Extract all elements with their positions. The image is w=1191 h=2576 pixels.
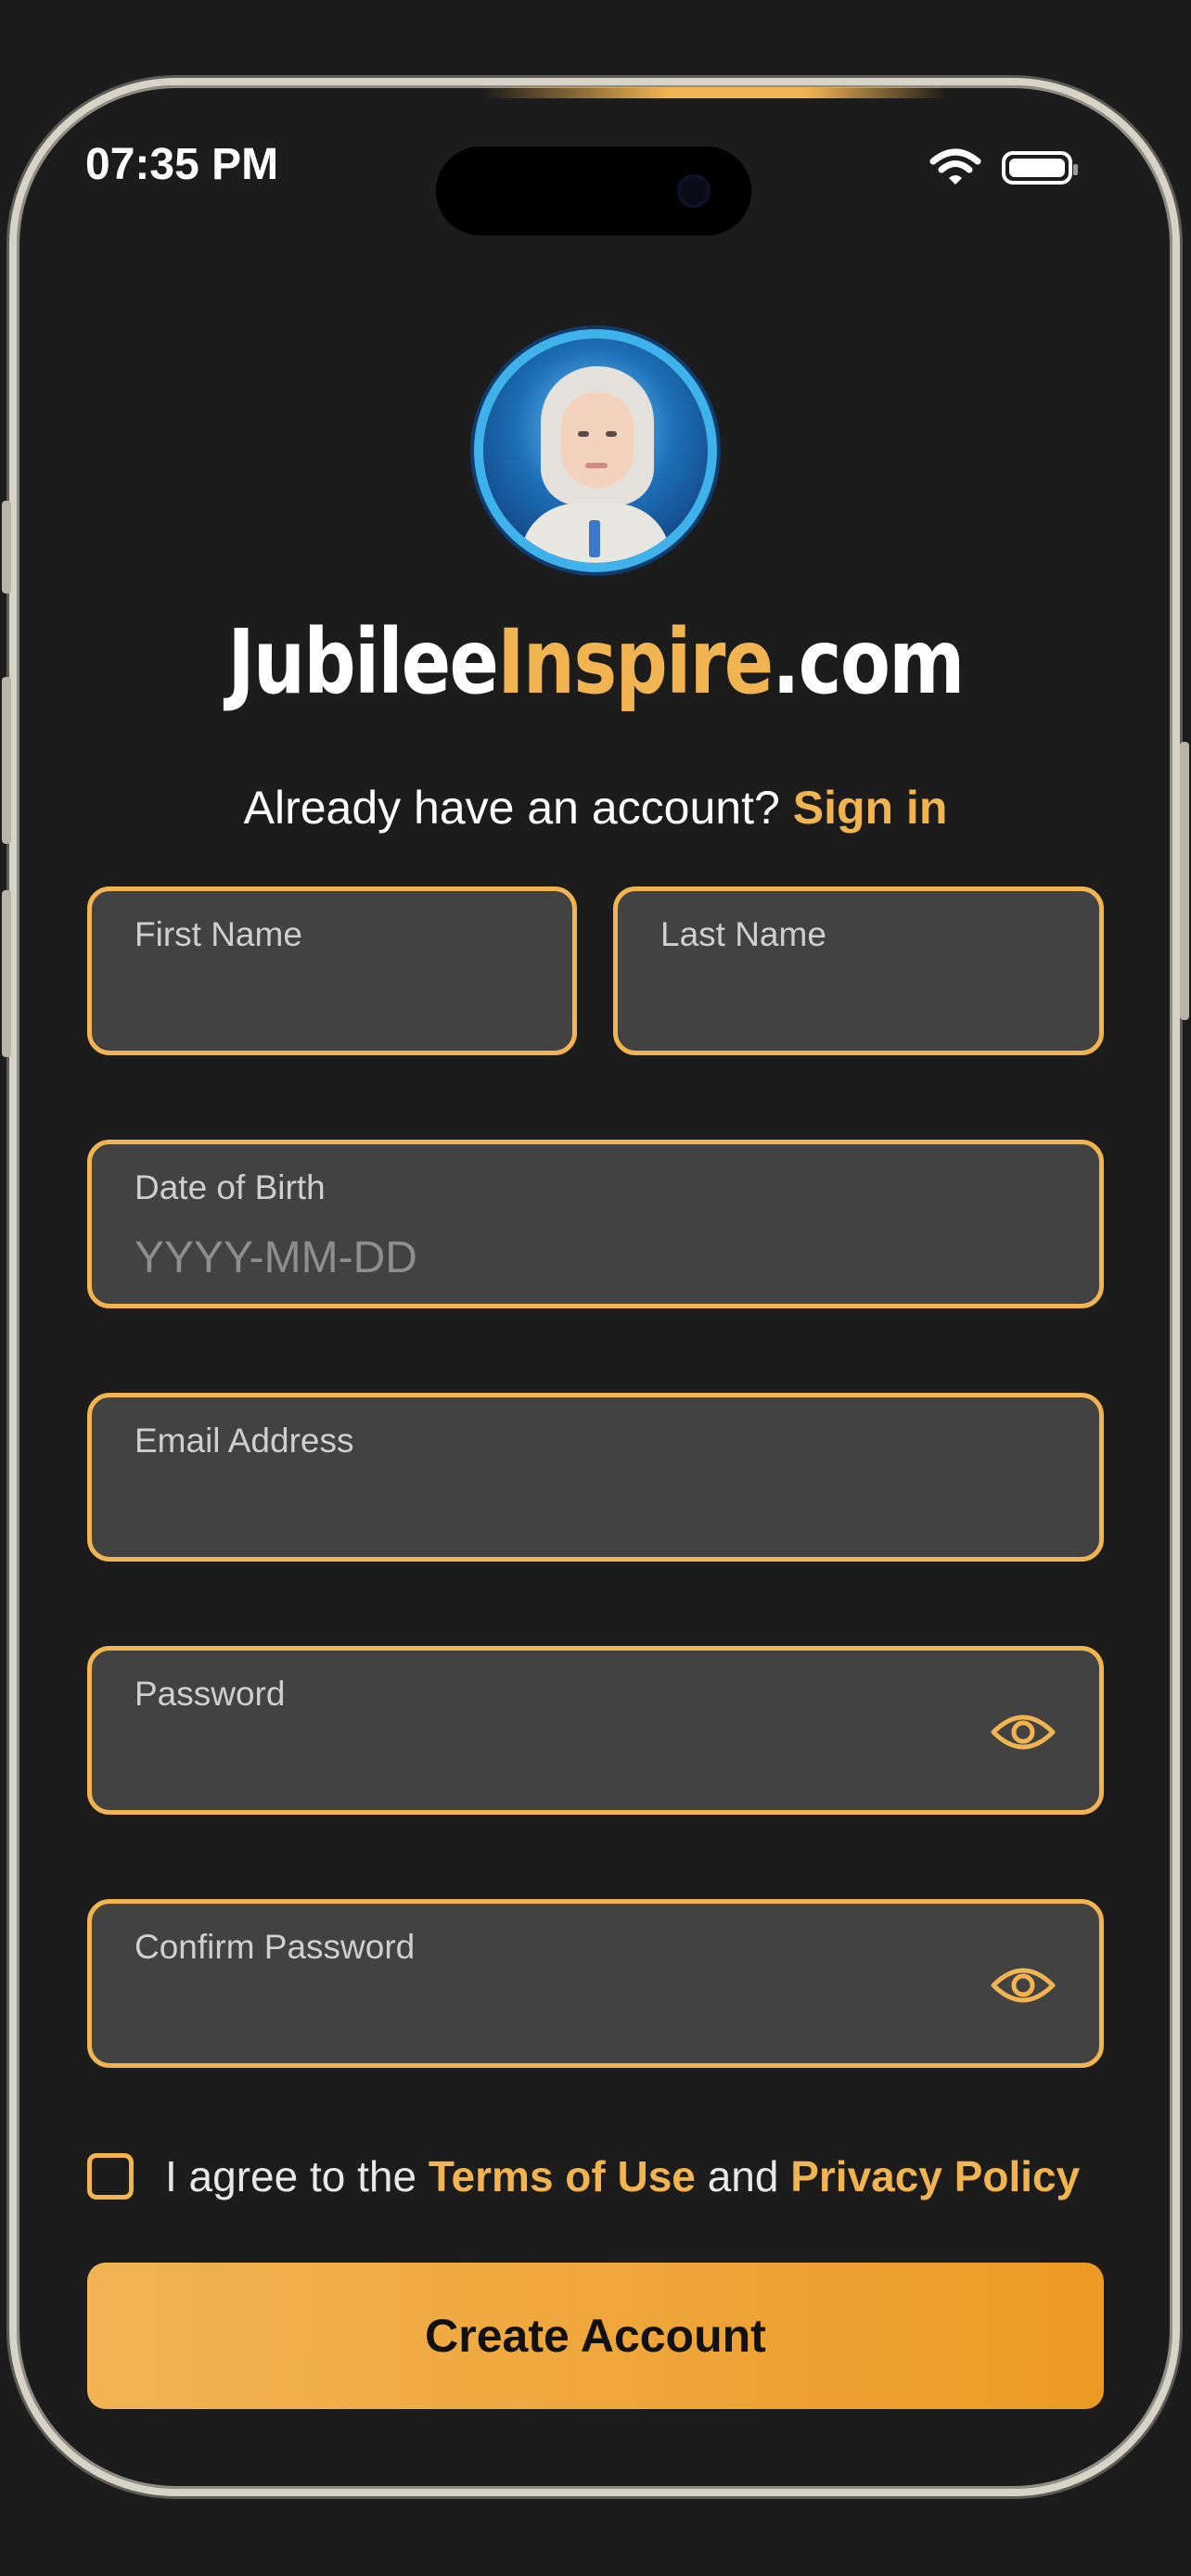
signin-prompt-text: Already have an account? [243,782,780,834]
last-name-input[interactable] [660,976,1057,1032]
first-name-label: First Name [134,915,302,953]
last-name-field[interactable]: Last Name [613,886,1104,1055]
last-name-label: Last Name [660,915,826,953]
agreement-row: I agree to the Terms of Use and Privacy … [87,2151,1080,2201]
email-field[interactable]: Email Address [87,1393,1104,1562]
side-button [2,890,11,1057]
camera-icon [677,174,711,208]
wifi-icon [929,148,981,185]
signin-prompt: Already have an account? Sign in [0,781,1191,835]
terms-link[interactable]: Terms of Use [429,2152,696,2200]
status-time: 07:35 PM [85,140,279,189]
dynamic-island [436,147,751,236]
date-of-birth-label: Date of Birth [134,1168,326,1206]
password-field[interactable]: Password [87,1646,1104,1815]
privacy-link[interactable]: Privacy Policy [790,2152,1080,2200]
side-button [2,501,11,593]
password-input[interactable] [134,1736,988,1792]
email-label: Email Address [134,1422,354,1460]
brand-part-2: Inspire [497,610,774,714]
confirm-password-label: Confirm Password [134,1928,416,1966]
agreement-text: I agree to the Terms of Use and Privacy … [165,2151,1080,2201]
battery-icon [1002,151,1078,185]
status-icons [929,148,1078,187]
agree-checkbox[interactable] [87,2153,134,2200]
agreement-prefix: I agree to the [165,2152,417,2200]
first-name-field[interactable]: First Name [87,886,577,1055]
create-account-button[interactable]: Create Account [87,2263,1104,2409]
eye-icon[interactable] [990,1961,1057,2009]
brand-part-3: .com [772,610,966,714]
agreement-and: and [707,2152,779,2200]
date-of-birth-field[interactable]: Date of Birth [87,1140,1104,1308]
first-name-input[interactable] [134,976,530,1032]
confirm-password-input[interactable] [134,1989,988,2045]
frame-highlight [482,87,946,98]
avatar [474,329,717,572]
email-input[interactable] [134,1483,988,1538]
password-label: Password [134,1675,286,1713]
brand-logo: JubileeInspire.com [108,618,1084,707]
eye-icon[interactable] [990,1708,1057,1756]
signin-link[interactable]: Sign in [793,782,948,834]
brand-part-1: Jubilee [227,610,499,714]
confirm-password-field[interactable]: Confirm Password [87,1899,1104,2068]
date-of-birth-input[interactable] [134,1230,988,1285]
